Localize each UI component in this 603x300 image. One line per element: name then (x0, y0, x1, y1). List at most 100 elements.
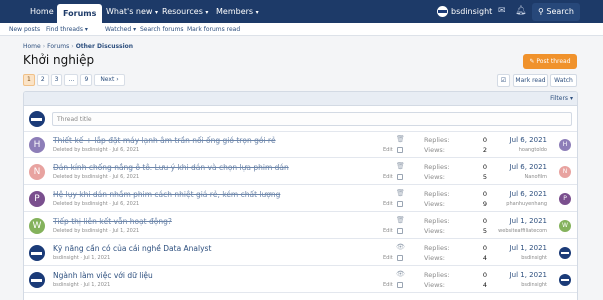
replies-count: 0 (482, 190, 487, 198)
inbox-icon[interactable]: ✉ (498, 0, 506, 23)
avatar[interactable]: W (29, 218, 45, 234)
sub-navigation: New posts Find threads ▾ Watched ▾ Searc… (0, 23, 603, 36)
thread-checkbox[interactable] (397, 282, 403, 288)
thread-title-input[interactable] (52, 112, 572, 126)
edit-link[interactable]: Edit (383, 282, 393, 288)
avatar[interactable]: H (29, 137, 45, 153)
last-post-user[interactable]: bsdinsight (521, 255, 547, 261)
checkbox-icon: ☑ (500, 77, 507, 84)
bell-icon[interactable]: 🔔︎ (515, 0, 526, 23)
table-row: Kỹ năng cần có của cái nghề Data Analyst… (24, 240, 577, 266)
nav-whats-new[interactable]: What's new ▾ (100, 0, 164, 23)
avatar[interactable]: W (559, 220, 571, 232)
page-link-9[interactable]: 9 (80, 74, 93, 86)
avatar[interactable]: N (559, 166, 571, 178)
last-post-date[interactable]: Jul 1, 2021 (510, 271, 547, 279)
last-post-user[interactable]: Nanofilm (525, 174, 547, 180)
views-label: Views: (424, 254, 446, 262)
last-post-user[interactable]: hoangtoldo (519, 147, 547, 153)
thread-checkbox[interactable] (397, 228, 403, 234)
thread-meta: bsdinsight · Jul 1, 2021 (53, 282, 111, 288)
thread-title[interactable]: Ngành làm việc với dữ liệu (53, 271, 153, 280)
trash-icon: 🗑︎ (396, 162, 405, 170)
page-link-1[interactable]: 1 (23, 74, 35, 86)
thread-title[interactable]: Hệ lụy khi dán nhầm phim cách nhiệt giá … (53, 190, 280, 199)
avatar (29, 111, 45, 127)
nav-members[interactable]: Members ▾ (210, 0, 265, 23)
subnav-new-posts[interactable]: New posts (9, 23, 40, 36)
subnav-search-forums[interactable]: Search forums (140, 23, 184, 36)
page-title: Khởi nghiệp (23, 53, 95, 67)
nav-home-label: Home (30, 7, 54, 16)
thread-checkbox[interactable] (397, 174, 403, 180)
avatar[interactable] (559, 247, 571, 259)
mark-read-button[interactable]: Mark read (513, 74, 548, 87)
avatar[interactable]: H (559, 139, 571, 151)
last-post-user[interactable]: bsdinsight (521, 282, 547, 288)
thread-checkbox[interactable] (397, 201, 403, 207)
chevron-down-icon: ▾ (84, 26, 88, 33)
nav-forums[interactable]: Forums (57, 4, 103, 23)
breadcrumb-separator: › (42, 43, 46, 50)
last-post-user[interactable]: websiteaffiliatecom (498, 228, 547, 234)
edit-link[interactable]: Edit (383, 201, 393, 207)
last-post-date[interactable]: Jul 6, 2021 (510, 190, 547, 198)
replies-count: 0 (482, 271, 487, 279)
page-jump[interactable]: … (64, 74, 79, 86)
avatar[interactable] (29, 272, 45, 288)
subnav-find-threads[interactable]: Find threads ▾ (46, 23, 88, 36)
table-row: H Thiết kế + lắp đặt máy lạnh âm trần nố… (24, 132, 577, 158)
chevron-down-icon: ▾ (255, 9, 259, 16)
edit-link[interactable]: Edit (383, 174, 393, 180)
nav-resources[interactable]: Resources ▾ (156, 0, 214, 23)
thread-checkbox[interactable] (397, 255, 403, 261)
post-thread-label: Post thread (536, 58, 571, 65)
account-menu[interactable]: bsdinsight (437, 0, 492, 23)
avatar[interactable]: N (29, 164, 45, 180)
avatar[interactable] (29, 245, 45, 261)
thread-title[interactable]: Kỹ năng cần có của cái nghề Data Analyst (53, 244, 211, 253)
last-post-user[interactable]: phanhuyenhang (506, 201, 547, 207)
avatar[interactable]: P (29, 191, 45, 207)
replies-count: 0 (482, 163, 487, 171)
breadcrumb-other-discussion[interactable]: Other Discussion (76, 43, 133, 50)
breadcrumb-separator: › (71, 43, 74, 50)
thread-meta: Deleted by bsdinsight · Jul 6, 2021 (53, 147, 140, 153)
views-count: 4 (482, 254, 487, 262)
post-thread-button[interactable]: ✎ Post thread (523, 54, 577, 69)
avatar[interactable]: P (559, 193, 571, 205)
replies-label: Replies: (424, 271, 450, 279)
last-post-date[interactable]: Jul 6, 2021 (510, 163, 547, 171)
search-icon: ⚲ (538, 7, 544, 16)
breadcrumb-forums[interactable]: Forums (47, 43, 69, 50)
avatar[interactable] (559, 274, 571, 286)
thread-title[interactable]: Thiết kế + lắp đặt máy lạnh âm trần nối … (53, 136, 276, 145)
thread-title[interactable]: Dán kính chống nắng ô tô. Lưu ý khi dán … (53, 163, 289, 172)
thread-title[interactable]: Tiếp thị liên kết vẫn hoạt động? (53, 217, 172, 226)
nav-resources-label: Resources (162, 7, 203, 16)
replies-label: Replies: (424, 190, 450, 198)
replies-count: 0 (482, 136, 487, 144)
next-page-button[interactable]: Next › (94, 74, 125, 86)
page-link-3[interactable]: 3 (50, 74, 63, 86)
last-post-date[interactable]: Jul 1, 2021 (510, 217, 547, 225)
nav-members-label: Members (216, 7, 254, 16)
breadcrumb-home[interactable]: Home (23, 43, 41, 50)
subnav-mark-forums-read[interactable]: Mark forums read (187, 23, 240, 36)
quick-thread-row (24, 106, 577, 132)
subnav-watched[interactable]: Watched ▾ (105, 23, 136, 36)
filters-menu[interactable]: Filters ▾ (550, 92, 573, 106)
watch-button[interactable]: Watch (550, 74, 577, 87)
thread-meta: Deleted by bsdinsight · Jul 6, 2021 (53, 174, 140, 180)
thread-checkbox[interactable] (397, 147, 403, 153)
search-button[interactable]: ⚲ Search (532, 3, 580, 21)
edit-link[interactable]: Edit (383, 228, 393, 234)
nav-home[interactable]: Home (24, 0, 60, 23)
trash-icon: 🗑︎ (396, 189, 405, 197)
select-threads-button[interactable]: ☑ (497, 74, 510, 87)
edit-link[interactable]: Edit (383, 255, 393, 261)
last-post-date[interactable]: Jul 1, 2021 (510, 244, 547, 252)
last-post-date[interactable]: Jul 6, 2021 (510, 136, 547, 144)
edit-link[interactable]: Edit (383, 147, 393, 153)
page-link-2[interactable]: 2 (36, 74, 49, 86)
